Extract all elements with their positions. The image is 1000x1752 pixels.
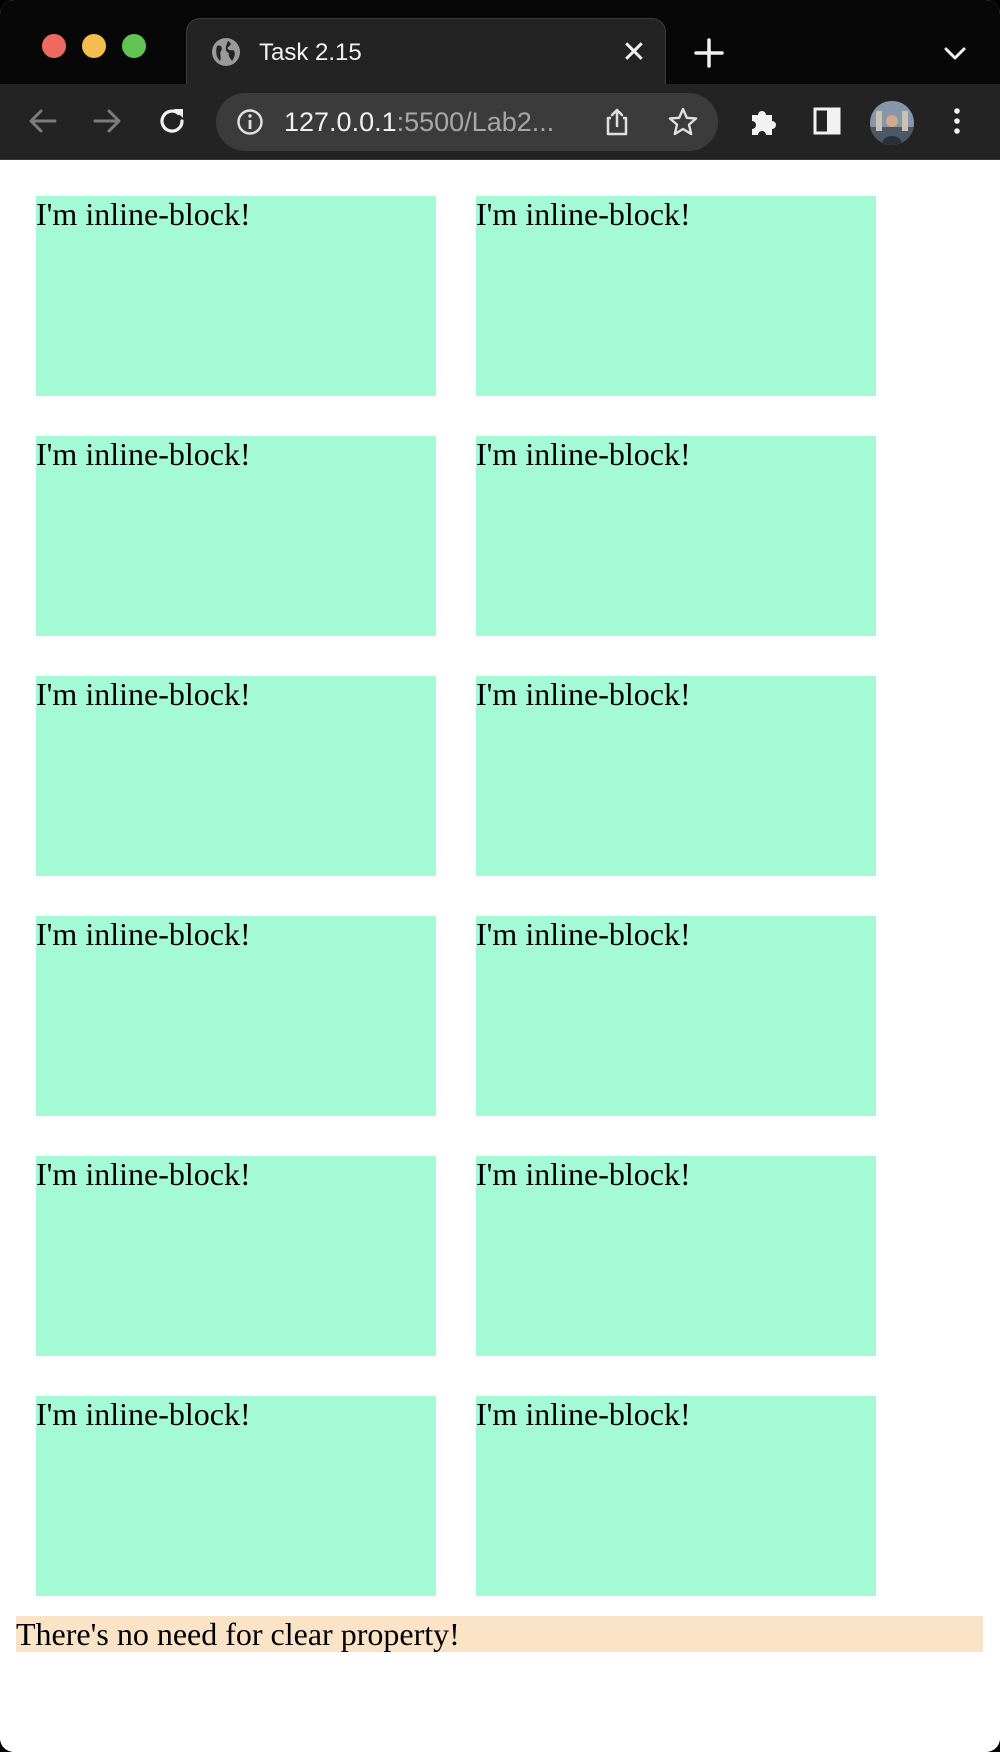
tab-title: Task 2.15 [259,39,362,66]
tab-strip: Task 2.15 ✕ [0,0,1000,88]
minimize-window-button[interactable] [82,34,106,58]
inline-block-box: I'm inline-block! [476,1396,876,1596]
globe-icon [212,38,240,66]
inline-block-box: I'm inline-block! [476,1156,876,1356]
inline-block-box: I'm inline-block! [36,436,436,636]
share-icon[interactable] [602,107,632,137]
inline-block-box: I'm inline-block! [476,196,876,396]
zoom-window-button[interactable] [122,34,146,58]
inline-block-box: I'm inline-block! [36,196,436,396]
inline-block-box: I'm inline-block! [36,1396,436,1596]
close-window-button[interactable] [42,34,66,58]
profile-photo-icon [870,101,914,145]
inline-block-box: I'm inline-block! [36,916,436,1116]
footer-note: There's no need for clear property! [16,1616,983,1652]
inline-block-box: I'm inline-block! [36,1156,436,1356]
reload-icon[interactable] [155,104,189,138]
toolbar: 127.0.0.1:5500/Lab2... [0,84,1000,160]
back-arrow-icon[interactable] [26,104,60,138]
info-icon[interactable] [236,108,264,136]
url-host: 127.0.0.1 [284,107,397,137]
browser-window: Task 2.15 ✕ 127.0.0.1:5500/Lab2... I'm i… [0,0,1000,1752]
tab-task[interactable]: Task 2.15 ✕ [186,18,666,88]
chevron-down-icon[interactable] [942,40,968,66]
avatar[interactable] [870,101,914,145]
star-icon[interactable] [667,106,699,138]
page-content: I'm inline-block! I'm inline-block! I'm … [0,160,1000,1752]
inline-block-box: I'm inline-block! [36,676,436,876]
tab-close-button[interactable]: ✕ [619,38,649,68]
forward-arrow-icon[interactable] [90,104,124,138]
plus-icon[interactable] [692,36,726,70]
side-panel-icon[interactable] [810,104,844,138]
inline-block-box: I'm inline-block! [476,436,876,636]
url-path: :5500/Lab2... [396,107,555,137]
puzzle-icon[interactable] [746,104,780,138]
kebab-menu-icon[interactable] [940,104,974,138]
address-bar[interactable]: 127.0.0.1:5500/Lab2... [216,93,718,151]
inline-block-box: I'm inline-block! [476,676,876,876]
url-text: 127.0.0.1:5500/Lab2... [284,107,554,137]
inline-block-box: I'm inline-block! [476,916,876,1116]
